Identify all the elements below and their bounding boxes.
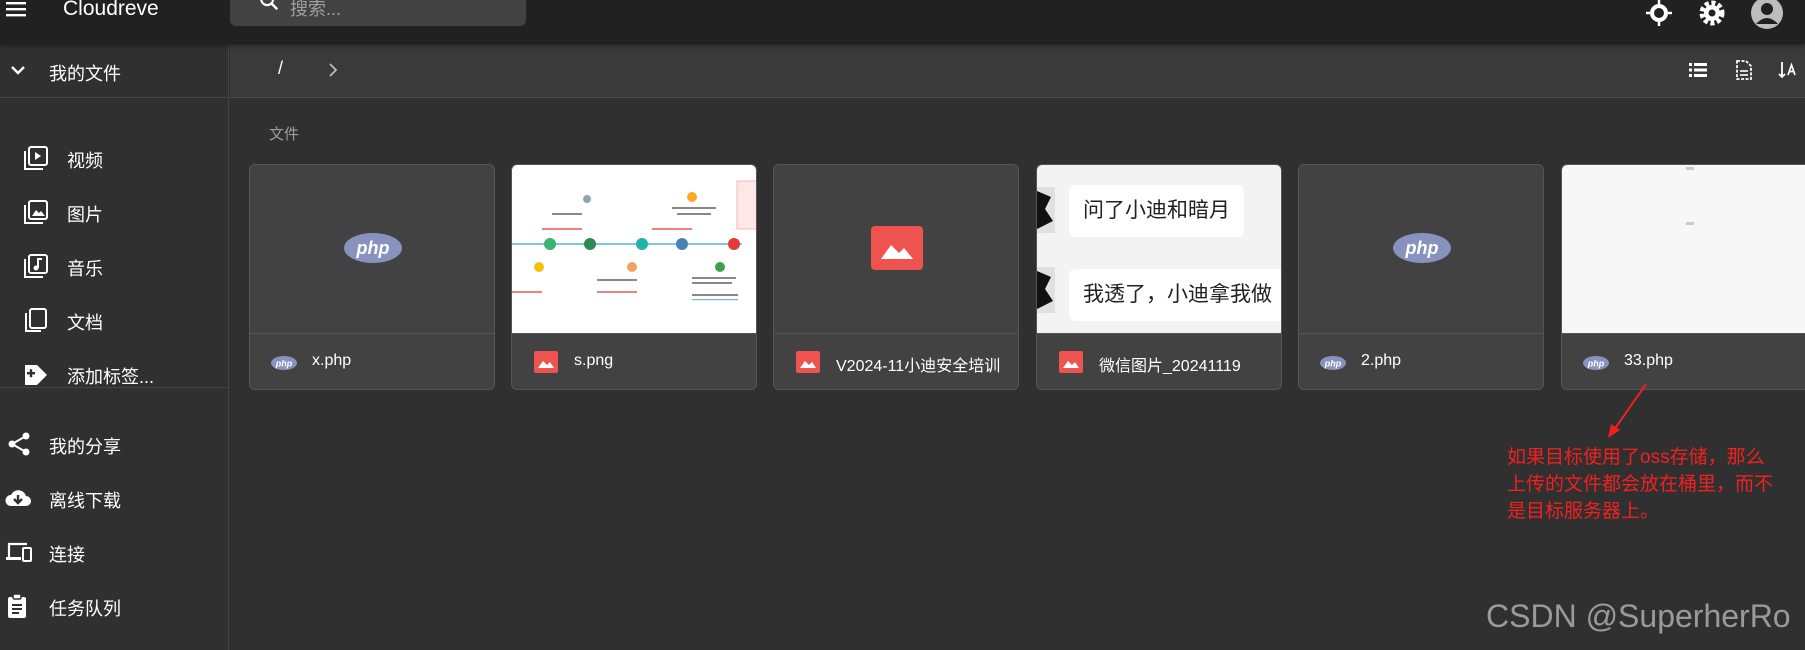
php-logo-icon: php <box>1393 233 1451 263</box>
sidebar-item-label: 视频 <box>67 151 103 171</box>
cloud-download-icon <box>5 490 31 506</box>
php-logo-icon: php <box>344 233 402 263</box>
image-file-icon <box>1059 351 1083 373</box>
sidebar-item-documents[interactable]: 文档 <box>0 298 229 342</box>
file-card-footer: php x.php <box>250 333 494 389</box>
image-file-icon <box>796 351 820 373</box>
watermark: CSDN @SuperherRo <box>1486 598 1791 634</box>
php-file-icon: php <box>271 356 297 370</box>
file-name: 微信图片_20241119 <box>1099 358 1241 375</box>
app-title[interactable]: Cloudreve <box>63 0 159 21</box>
sidebar-item-label: 文档 <box>67 313 103 333</box>
file-card-footer: php 2.php <box>1299 333 1543 389</box>
file-name: 33.php <box>1624 352 1673 369</box>
sort-icon[interactable] <box>1777 59 1799 81</box>
sidebar-item-offline-download[interactable]: 离线下载 <box>0 476 229 520</box>
list-view-icon[interactable] <box>1687 59 1709 81</box>
sidebar-item-label: 连接 <box>49 545 85 565</box>
annotation-note: 如果目标使用了oss存储，那么上传的文件都会放在桶里，而不是目标服务器上。 <box>1507 447 1774 522</box>
settings-gear-icon[interactable] <box>1697 0 1727 28</box>
sidebar-item-label: 离线下载 <box>49 491 121 511</box>
file-card[interactable]: php 33.php <box>1561 164 1805 390</box>
document-icon <box>25 308 47 332</box>
file-name: V2024-11小迪安全培训 <box>836 358 1001 375</box>
file-info-icon[interactable] <box>1733 59 1755 81</box>
svg-text:php: php <box>1324 359 1342 369</box>
avatar-image <box>1037 187 1055 233</box>
breadcrumb-root[interactable]: / <box>278 58 283 79</box>
sidebar-item-label: 音乐 <box>67 259 103 279</box>
sidebar-item-task-queue[interactable]: 任务队列 <box>0 584 229 628</box>
search-input[interactable] <box>290 0 510 19</box>
search-box <box>230 0 526 26</box>
file-card-footer: s.png <box>512 333 756 389</box>
files-section-label: 文件 <box>269 126 300 143</box>
file-thumbnail: 问了小迪和暗月 我透了，小迪拿我做 <box>1037 165 1281 333</box>
diagram-thumbnail-image <box>512 180 756 301</box>
svg-text:php: php <box>1587 359 1605 369</box>
svg-text:php: php <box>275 359 293 369</box>
file-card[interactable]: php php x.php <box>249 164 495 390</box>
image-icon <box>24 200 48 224</box>
file-name: 2.php <box>1361 352 1402 369</box>
sidebar-item-music[interactable]: 音乐 <box>0 244 229 288</box>
svg-text:php: php <box>1405 238 1439 258</box>
add-tag-icon <box>25 365 47 385</box>
search-icon <box>260 0 279 11</box>
music-icon <box>24 254 48 278</box>
thumbnail-mark <box>1686 222 1694 225</box>
sidebar-item-label: 图片 <box>67 205 103 225</box>
theme-toggle-icon[interactable] <box>1644 0 1674 28</box>
chat-bubble: 我透了，小迪拿我做 <box>1069 269 1281 321</box>
app-bar: Cloudreve <box>0 0 1805 44</box>
file-name: x.php <box>312 352 352 369</box>
sidebar-item-add-tag[interactable]: 添加标签... <box>0 352 229 396</box>
sidebar-item-label: 任务队列 <box>49 599 121 619</box>
file-thumbnail <box>1562 165 1805 333</box>
chevron-right-icon[interactable] <box>325 62 341 78</box>
avatar-image <box>1037 267 1055 313</box>
sidebar-item-video[interactable]: 视频 <box>0 136 229 180</box>
sidebar-item-label: 我的分享 <box>49 437 121 457</box>
chat-bubble: 问了小迪和暗月 <box>1069 185 1244 237</box>
file-card-footer: 微信图片_20241119 <box>1037 333 1281 389</box>
sidebar-divider <box>0 387 229 388</box>
file-toolbar: / <box>230 44 1805 98</box>
file-thumbnail <box>774 165 1018 333</box>
file-card[interactable]: s.png <box>511 164 757 390</box>
file-card-footer: php 33.php <box>1562 333 1805 389</box>
thumbnail-mark <box>1686 167 1694 170</box>
sidebar-item-my-shares[interactable]: 我的分享 <box>0 422 229 466</box>
annotation-arrow-icon <box>1608 383 1647 438</box>
video-icon <box>24 146 48 170</box>
file-card[interactable]: V2024-11小迪安全培训 <box>773 164 1019 390</box>
clipboard-icon <box>8 593 26 618</box>
file-thumbnail: php <box>1299 165 1543 333</box>
php-file-icon: php <box>1583 356 1609 370</box>
devices-icon <box>6 542 32 562</box>
file-thumbnail <box>512 165 756 333</box>
sidebar-item-images[interactable]: 图片 <box>0 190 229 234</box>
file-card[interactable]: 问了小迪和暗月 我透了，小迪拿我做 微信图片_20241119 <box>1036 164 1282 390</box>
php-file-icon: php <box>1320 356 1346 370</box>
menu-icon[interactable] <box>4 0 28 20</box>
file-card[interactable]: php php 2.php <box>1298 164 1544 390</box>
sidebar-item-connections[interactable]: 连接 <box>0 530 229 574</box>
share-icon <box>8 432 30 456</box>
sidebar-my-files-label: 我的文件 <box>49 64 121 84</box>
chevron-down-icon <box>11 66 25 75</box>
sidebar-my-files[interactable]: 我的文件 <box>0 44 229 98</box>
file-card-footer: V2024-11小迪安全培训 <box>774 333 1018 389</box>
file-thumbnail: php <box>250 165 494 333</box>
account-avatar-icon[interactable] <box>1750 0 1784 30</box>
sidebar-item-label: 添加标签... <box>67 367 155 387</box>
image-placeholder-icon <box>871 226 923 270</box>
sidebar: 我的文件 视频 图片 音乐 文档 添加标签... 我的分享 离线下载 连接 任务… <box>0 44 229 650</box>
svg-text:php: php <box>356 238 390 258</box>
image-file-icon <box>534 351 558 373</box>
file-name: s.png <box>574 352 614 369</box>
